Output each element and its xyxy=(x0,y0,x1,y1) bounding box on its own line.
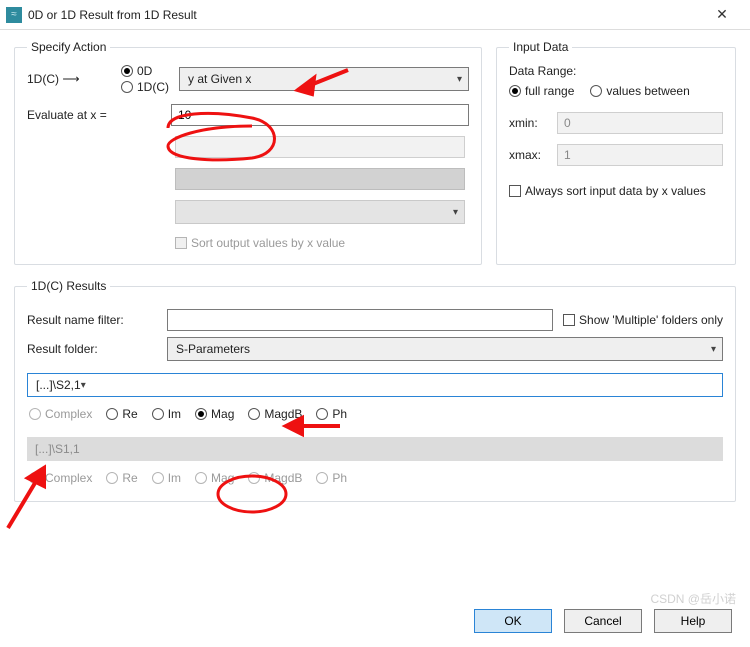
dialog-buttons: OK Cancel Help xyxy=(474,609,732,633)
range-radio-full-label: full range xyxy=(525,84,574,98)
chain-label: 1D(C) ⟶ xyxy=(27,72,111,86)
chevron-down-icon: ▾ xyxy=(81,380,86,391)
ok-button[interactable]: OK xyxy=(474,609,552,633)
fmt2-complex: Complex xyxy=(29,471,92,485)
sort-output-label: Sort output values by x value xyxy=(191,236,345,250)
close-button[interactable]: ✕ xyxy=(702,6,742,23)
xmin-input xyxy=(557,112,723,134)
action-select-value: y at Given x xyxy=(188,72,251,86)
mode-radio-1dc-label: 1D(C) xyxy=(137,80,169,94)
result-path-select-2: [...]\S1,1 xyxy=(27,437,723,461)
show-multiple-label: Show 'Multiple' folders only xyxy=(579,313,723,327)
mode-radio-0d[interactable]: 0D xyxy=(121,64,169,78)
range-radio-between-label: values between xyxy=(606,84,689,98)
result-folder-value: S-Parameters xyxy=(176,342,250,356)
result-path-value-2: [...]\S1,1 xyxy=(35,442,80,456)
format-row-2: Complex Re Im Mag MagdB Ph xyxy=(27,467,723,489)
evaluate-x-input[interactable] xyxy=(171,104,469,126)
help-button[interactable]: Help xyxy=(654,609,732,633)
result-filter-input[interactable] xyxy=(167,309,553,331)
range-radio-between[interactable]: values between xyxy=(590,84,689,98)
result-folder-label: Result folder: xyxy=(27,342,157,356)
show-multiple-checkbox[interactable]: Show 'Multiple' folders only xyxy=(563,313,723,327)
result-path-select-1[interactable]: [...]\S2,1 ▾ xyxy=(27,373,723,397)
titlebar: ≈ 0D or 1D Result from 1D Result ✕ xyxy=(0,0,750,30)
result-path-value-1: [...]\S2,1 xyxy=(36,378,81,392)
sub-input-1 xyxy=(175,136,465,158)
always-sort-label: Always sort input data by x values xyxy=(525,184,706,198)
fmt1-im[interactable]: Im xyxy=(152,407,181,421)
data-range-label: Data Range: xyxy=(509,64,723,78)
fmt1-mag[interactable]: Mag xyxy=(195,407,234,421)
results-group: 1D(C) Results Result name filter: Show '… xyxy=(14,279,736,502)
result-filter-label: Result name filter: xyxy=(27,313,157,327)
chevron-down-icon: ▾ xyxy=(457,74,462,85)
sub-input-2 xyxy=(175,168,465,190)
fmt1-ph[interactable]: Ph xyxy=(316,407,347,421)
fmt2-im: Im xyxy=(152,471,181,485)
chevron-down-icon: ▾ xyxy=(453,207,458,218)
xmax-input xyxy=(557,144,723,166)
specify-action-legend: Specify Action xyxy=(27,40,110,54)
app-icon: ≈ xyxy=(6,7,22,23)
specify-action-group: Specify Action 1D(C) ⟶ 0D 1D(C) y at Giv… xyxy=(14,40,482,265)
range-radio-full[interactable]: full range xyxy=(509,84,574,98)
fmt2-ph: Ph xyxy=(316,471,347,485)
results-legend: 1D(C) Results xyxy=(27,279,110,293)
mode-radio-1dc[interactable]: 1D(C) xyxy=(121,80,169,94)
sort-output-checkbox: Sort output values by x value xyxy=(175,236,345,250)
format-row-1: Complex Re Im Mag MagdB Ph xyxy=(27,403,723,425)
fmt2-magdb: MagdB xyxy=(248,471,302,485)
xmin-label: xmin: xyxy=(509,116,549,130)
evaluate-label: Evaluate at x = xyxy=(27,108,161,122)
chevron-down-icon: ▾ xyxy=(711,344,716,355)
sub-select: ▾ xyxy=(175,200,465,224)
always-sort-checkbox[interactable]: Always sort input data by x values xyxy=(509,184,706,198)
cancel-button[interactable]: Cancel xyxy=(564,609,642,633)
result-folder-select[interactable]: S-Parameters ▾ xyxy=(167,337,723,361)
fmt2-re: Re xyxy=(106,471,137,485)
fmt1-complex: Complex xyxy=(29,407,92,421)
mode-radio-0d-label: 0D xyxy=(137,64,152,78)
fmt2-mag: Mag xyxy=(195,471,234,485)
input-data-legend: Input Data xyxy=(509,40,572,54)
fmt1-re[interactable]: Re xyxy=(106,407,137,421)
watermark: CSDN @岳小诺 xyxy=(650,590,736,607)
fmt1-magdb[interactable]: MagdB xyxy=(248,407,302,421)
input-data-group: Input Data Data Range: full range values… xyxy=(496,40,736,265)
action-select[interactable]: y at Given x ▾ xyxy=(179,67,469,91)
window-title: 0D or 1D Result from 1D Result xyxy=(28,8,702,22)
xmax-label: xmax: xyxy=(509,148,549,162)
